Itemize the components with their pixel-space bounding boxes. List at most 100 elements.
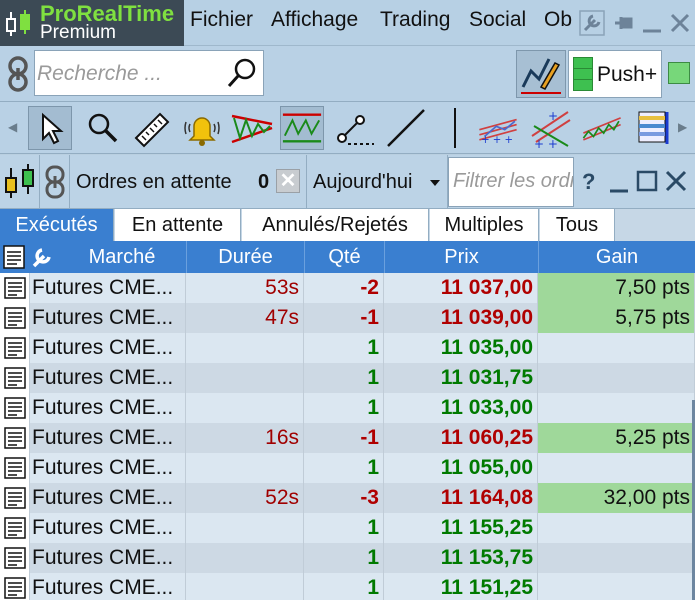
order-detail-icon[interactable]	[0, 303, 30, 333]
order-detail-icon[interactable]	[0, 483, 30, 513]
cell-duration: 47s	[186, 303, 304, 333]
maximize-icon[interactable]	[636, 169, 658, 193]
tab-tous[interactable]: Tous	[540, 209, 615, 241]
order-detail-icon[interactable]	[0, 453, 30, 483]
magnifier-icon[interactable]	[225, 55, 261, 91]
table-row[interactable]: Futures CME... 1 11 031,75	[0, 363, 695, 393]
color-table-tool[interactable]	[632, 106, 672, 150]
cell-duration	[186, 363, 304, 393]
filter-input[interactable]	[453, 170, 573, 193]
cell-gain	[538, 333, 695, 363]
trend-channel-tool[interactable]	[580, 106, 624, 150]
tab-executes[interactable]: Exécutés	[0, 209, 114, 241]
chart-drawing-icon	[521, 58, 561, 94]
drawing-mode-button[interactable]	[516, 50, 566, 98]
pin-icon[interactable]	[611, 11, 635, 35]
cell-duration	[186, 453, 304, 483]
column-header-gain[interactable]: Gain	[538, 241, 695, 273]
cell-market: Futures CME...	[30, 483, 186, 513]
app-logo: ProRealTime Premium	[0, 0, 184, 46]
cell-market: Futures CME...	[30, 333, 186, 363]
menu-outils[interactable]: Ob	[544, 8, 572, 32]
order-detail-icon[interactable]	[0, 333, 30, 363]
orders-panel-header: Ordres en attente 0 ✕ Aujourd'hui ?	[0, 155, 695, 209]
zoom-tool[interactable]	[80, 106, 124, 150]
column-header-prix[interactable]: Prix	[384, 241, 538, 273]
column-header-duree[interactable]: Durée	[186, 241, 304, 273]
table-row[interactable]: Futures CME... 1 11 155,25	[0, 513, 695, 543]
segment-tool[interactable]	[332, 106, 376, 150]
candlestick-icon	[5, 164, 34, 198]
cursor-tool[interactable]	[28, 106, 72, 150]
document-icon[interactable]	[2, 244, 28, 270]
period-select[interactable]: Aujourd'hui	[306, 155, 448, 209]
line-tool[interactable]	[384, 106, 428, 150]
order-detail-icon[interactable]	[0, 273, 30, 303]
order-detail-icon[interactable]	[0, 363, 30, 393]
minimize-icon[interactable]	[641, 11, 663, 35]
alert-bell-icon	[184, 117, 220, 146]
table-row[interactable]: Futures CME... 52s -3 11 164,08 32,00 pts	[0, 483, 695, 513]
order-detail-icon[interactable]	[0, 513, 30, 543]
tab-annules-rejetes[interactable]: Annulés/Rejetés	[242, 209, 429, 241]
status-square-icon[interactable]	[668, 62, 690, 84]
order-detail-icon[interactable]	[0, 573, 30, 600]
wrench-icon[interactable]	[30, 244, 54, 270]
search-box	[34, 50, 264, 96]
table-row[interactable]: Futures CME... 1 11 035,00	[0, 333, 695, 363]
scroll-left-icon[interactable]: ◀	[8, 120, 17, 134]
tab-en-attente[interactable]: En attente	[115, 209, 241, 241]
zigzag-pattern-icon	[282, 113, 322, 143]
order-detail-icon[interactable]	[0, 393, 30, 423]
menu-fichier[interactable]: Fichier	[190, 8, 253, 32]
arrows-pattern-tool[interactable]: + + +	[528, 106, 572, 150]
help-icon[interactable]: ?	[582, 169, 595, 195]
close-icon[interactable]	[669, 11, 691, 35]
ruler-tool[interactable]	[130, 106, 174, 150]
menu-social[interactable]: Social	[469, 8, 526, 32]
arrows-pattern-icon: + + +	[531, 109, 571, 150]
table-row[interactable]: Futures CME... 1 11 151,25	[0, 573, 695, 600]
column-header-marche[interactable]: Marché	[58, 241, 186, 273]
close-icon[interactable]	[664, 169, 688, 193]
scroll-right-icon[interactable]: ▶	[678, 120, 687, 134]
table-row[interactable]: Futures CME... 1 11 153,75	[0, 543, 695, 573]
triangle-pattern-tool[interactable]	[230, 106, 274, 150]
chain-link-icon[interactable]	[6, 56, 30, 92]
zoom-icon	[88, 113, 118, 143]
cell-quantity: 1	[304, 363, 384, 393]
table-row[interactable]: Futures CME... 1 11 033,00	[0, 393, 695, 423]
fibonacci-tool[interactable]: + + +	[476, 106, 520, 150]
cell-price: 11 037,00	[384, 273, 538, 303]
alert-tool[interactable]	[180, 106, 224, 150]
cell-gain	[538, 453, 695, 483]
cell-quantity: 1	[304, 453, 384, 483]
menu-trading[interactable]: Trading	[380, 8, 450, 32]
wrench-icon[interactable]	[579, 10, 605, 36]
clear-icon[interactable]: ✕	[276, 169, 300, 193]
table-row[interactable]: Futures CME... 53s -2 11 037,00 7,50 pts	[0, 273, 695, 303]
cell-quantity: -1	[304, 423, 384, 453]
tab-multiples[interactable]: Multiples	[430, 209, 539, 241]
zigzag-pattern-tool[interactable]	[280, 106, 324, 150]
push-plus-button[interactable]: Push+	[568, 50, 662, 98]
search-input[interactable]	[37, 59, 227, 89]
cell-duration	[186, 393, 304, 423]
chevron-down-icon	[430, 180, 440, 186]
menu-affichage[interactable]: Affichage	[271, 8, 358, 32]
order-detail-icon[interactable]	[0, 423, 30, 453]
order-detail-icon[interactable]	[0, 543, 30, 573]
column-header-qte[interactable]: Qté	[304, 241, 384, 273]
table-row[interactable]: Futures CME... 47s -1 11 039,00 5,75 pts	[0, 303, 695, 333]
table-row[interactable]: Futures CME... 1 11 055,00	[0, 453, 695, 483]
cell-gain	[538, 363, 695, 393]
svg-text:+ +: + +	[534, 137, 558, 150]
cell-price: 11 055,00	[384, 453, 538, 483]
panel-link-cell[interactable]	[40, 155, 70, 209]
cell-duration: 53s	[186, 273, 304, 303]
cell-gain	[538, 573, 695, 600]
minimize-icon[interactable]	[608, 171, 630, 195]
cell-quantity: -3	[304, 483, 384, 513]
table-row[interactable]: Futures CME... 16s -1 11 060,25 5,25 pts	[0, 423, 695, 453]
cell-duration	[186, 543, 304, 573]
